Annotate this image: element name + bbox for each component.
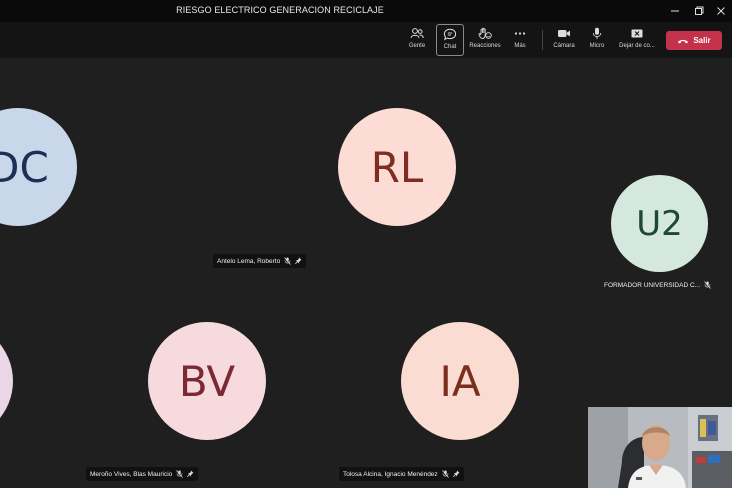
chat-icon (443, 28, 457, 41)
avatar-initials: U2 (636, 203, 683, 244)
leave-button[interactable]: Salir (666, 31, 722, 50)
people-button[interactable]: Gente (401, 24, 433, 56)
restore-icon[interactable] (688, 3, 710, 19)
participant-avatar[interactable]: BV (148, 322, 266, 440)
more-options-icon (514, 32, 526, 35)
mic-muted-icon (176, 470, 184, 478)
meeting-toolbar: Gente Chat Reacciones Más Cámara Micro D… (0, 22, 732, 58)
chat-button[interactable]: Chat (436, 24, 464, 56)
close-icon[interactable] (710, 3, 732, 19)
mic-muted-icon (441, 470, 449, 478)
avatar-initials: RL (370, 142, 424, 192)
reactions-icon (478, 27, 492, 39)
people-label: Gente (408, 43, 426, 49)
window-title: RIESGO ELECTRICO GENERACION RECICLAJE (176, 5, 384, 15)
hang-up-icon (678, 39, 689, 43)
reactions-button[interactable]: Reacciones (467, 24, 503, 56)
people-icon (410, 28, 424, 39)
self-view-image (588, 407, 732, 488)
participant-name: FORMADOR UNIVERSIDAD C... (604, 281, 701, 289)
mic-button[interactable]: Micro (584, 24, 610, 56)
avatar-initials: BV (178, 356, 236, 406)
reactions-label: Reacciones (469, 43, 501, 49)
mic-muted-icon (704, 281, 711, 289)
self-view-video[interactable] (588, 407, 732, 488)
avatar-initials: IA (439, 356, 481, 406)
camera-button[interactable]: Cámara (550, 24, 578, 56)
pin-icon (295, 257, 302, 265)
participant-name: Antelo Lema, Roberto (217, 257, 281, 265)
pin-icon (187, 470, 194, 478)
participant-avatar[interactable]: DC (0, 108, 77, 226)
participant-nametag: Antelo Lema, Roberto (213, 254, 307, 268)
camera-icon (558, 30, 570, 37)
stop-share-icon (631, 29, 643, 38)
minimize-icon[interactable] (664, 3, 686, 19)
title-bar: RIESGO ELECTRICO GENERACION RECICLAJE (0, 0, 732, 22)
leave-label: Salir (693, 36, 711, 45)
chat-label: Chat (443, 44, 457, 50)
stop-sharing-button[interactable]: Dejar de co... (615, 24, 659, 56)
more-button[interactable]: Más (508, 24, 532, 56)
participant-name: Meroño Vives, Blas Mauricio (90, 470, 173, 478)
participant-name: Tolosa Alcina, Ignacio Menéndez (343, 470, 438, 478)
microphone-icon (592, 27, 602, 39)
participant-nametag: Meroño Vives, Blas Mauricio (86, 467, 199, 481)
participant-avatar[interactable]: IA (401, 322, 519, 440)
participant-nametag: FORMADOR UNIVERSIDAD C... (600, 278, 715, 292)
toolbar-divider (542, 30, 543, 50)
camera-label: Cámara (553, 43, 575, 49)
stop-sharing-label: Dejar de co... (619, 43, 655, 49)
participant-avatar[interactable]: RL (338, 108, 456, 226)
participant-avatar[interactable]: U2 (611, 175, 708, 272)
pin-icon (452, 470, 460, 478)
participant-nametag: Tolosa Alcina, Ignacio Menéndez (339, 467, 464, 481)
avatar-initials: DC (0, 142, 49, 192)
mic-muted-icon (284, 257, 292, 265)
more-label: Más (514, 43, 526, 49)
participant-avatar[interactable] (0, 322, 13, 440)
mic-label: Micro (589, 43, 605, 49)
